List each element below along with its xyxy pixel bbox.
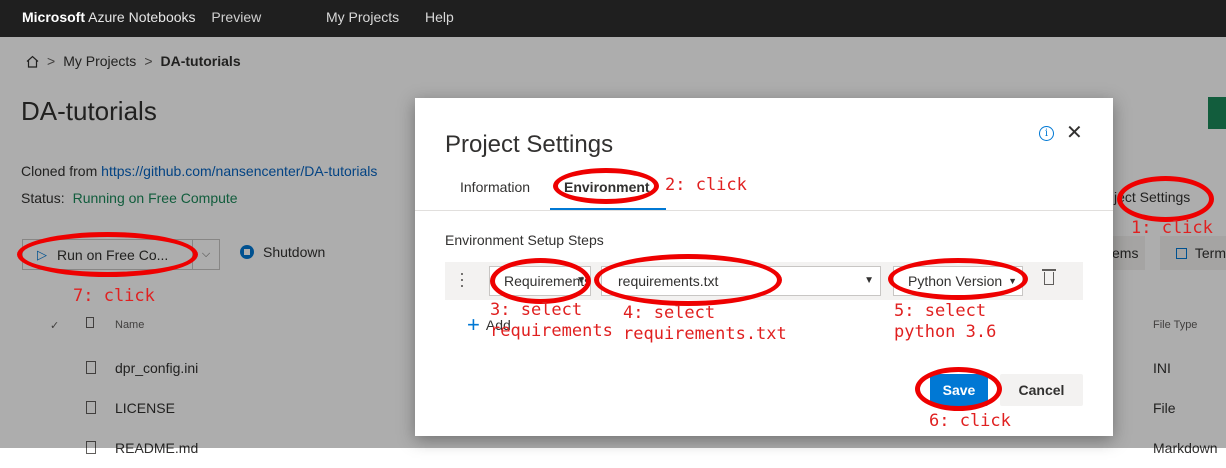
annotation-step-5: 5: select python 3.6 [894,301,997,342]
nav-help[interactable]: Help [425,9,454,25]
drag-handle-icon[interactable]: · · · [459,264,465,294]
info-icon[interactable]: i [1039,126,1054,141]
annotation-step-4: 4: select requirements.txt [623,303,787,344]
dialog-title: Project Settings [445,131,614,158]
annotation-ring-save [915,367,1002,411]
annotation-ring-project-settings [1117,176,1214,222]
annotation-step-1: 1: click [1131,218,1213,238]
tab-information[interactable]: Information [460,179,530,195]
close-icon[interactable]: ✕ [1066,123,1083,143]
nav-my-projects[interactable]: My Projects [326,9,399,25]
trash-icon[interactable] [1042,269,1056,285]
annotation-step-7: 7: click [73,286,155,306]
annotation-step-2: 2: click [665,175,747,195]
annotation-ring-python-version [888,258,1028,300]
tab-divider [415,210,1113,211]
brand-name: Azure Notebooks [88,9,196,25]
plus-icon: + [467,312,480,337]
annotation-ring-requirements-file [594,254,782,306]
section-heading: Environment Setup Steps [445,232,604,248]
preview-label: Preview [211,9,262,25]
top-bar: Microsoft Azure Notebooks Preview My Pro… [0,0,1226,37]
cancel-button[interactable]: Cancel [1000,374,1083,406]
annotation-step-6: 6: click [929,411,1011,431]
annotation-ring-requirements [490,258,591,304]
annotation-ring-environment-tab [553,168,659,204]
annotation-step-3: 3: select requirements [490,300,613,341]
chevron-down-icon: ▼ [864,275,874,286]
annotation-ring-run [17,232,198,277]
brand[interactable]: Microsoft Azure Notebooks Preview [22,9,261,25]
brand-bold: Microsoft [22,9,85,25]
